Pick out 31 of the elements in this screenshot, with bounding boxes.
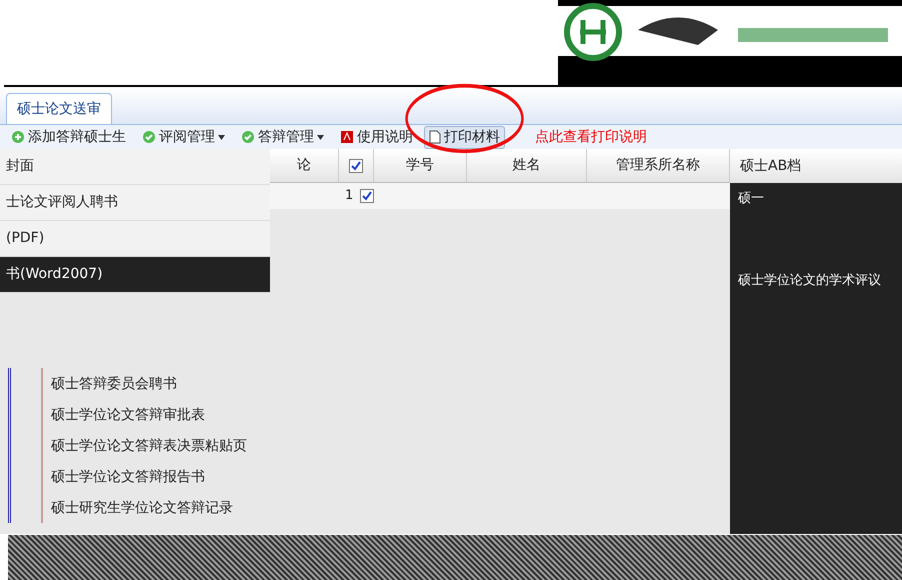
menu-item[interactable]: 硕士研究生学位论文答辩记录 (41, 492, 370, 523)
column-header[interactable]: 硕士AB档 (730, 149, 902, 183)
column-header[interactable]: 论 (270, 149, 339, 182)
menu-item[interactable]: 硕士学位论文答辩报告书 (41, 461, 370, 492)
toolbar-button[interactable]: 答辩管理 (236, 126, 329, 148)
document-icon (340, 130, 354, 144)
caret-icon (218, 134, 225, 140)
panel-item[interactable]: 书(Word2007) (0, 257, 270, 293)
menu-item[interactable]: 硕士学位论文答辩审批表 (41, 399, 370, 430)
checkbox[interactable] (360, 189, 374, 203)
panel-item[interactable]: (PDF) (0, 221, 270, 257)
toolbar-button[interactable]: 添加答辩硕士生 (6, 126, 131, 148)
panel-item[interactable]: 士论文评阅人聘书 (0, 185, 270, 221)
tab[interactable]: 硕士论文送审 (6, 93, 112, 124)
page-icon (429, 130, 441, 144)
toolbar-button[interactable]: 评阅管理 (137, 126, 230, 148)
menu-item[interactable]: 硕士学位论文答辩表决票粘贴页 (41, 430, 370, 461)
table-cell-text: 硕一 (737, 190, 765, 208)
panel-item[interactable]: 硕士学位论文的学术评议 (730, 264, 902, 296)
check-icon (241, 130, 255, 144)
panel-item[interactable]: 封面 (0, 149, 270, 185)
checkbox[interactable] (348, 158, 363, 172)
column-header[interactable]: 姓名 (467, 149, 587, 182)
toolbar-button[interactable]: 打印材料 (424, 126, 505, 148)
add-icon (11, 130, 25, 144)
menu-item[interactable]: 硕士答辩委员会聘书 (41, 368, 370, 399)
caret-icon (317, 134, 324, 140)
column-header[interactable]: 学号 (374, 149, 468, 182)
row-number: 1 (345, 187, 354, 206)
print-help-link[interactable]: 点此查看打印说明 (535, 126, 647, 148)
check-icon (142, 130, 156, 144)
